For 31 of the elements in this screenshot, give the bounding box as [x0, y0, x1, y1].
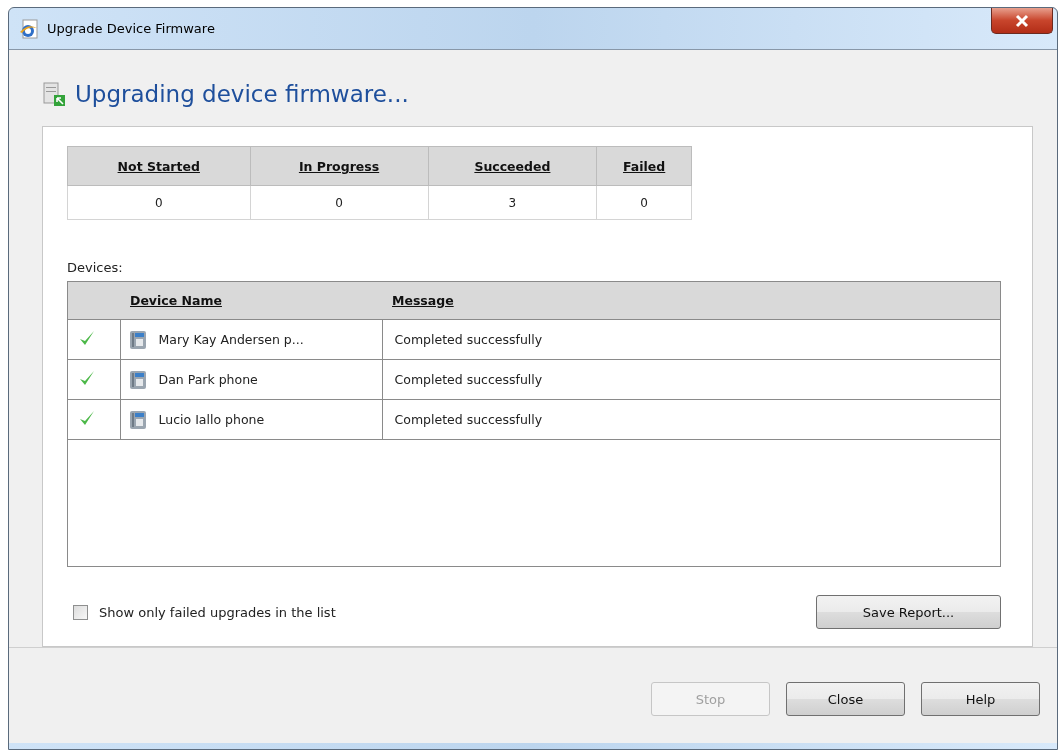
column-header[interactable]: Succeeded [428, 146, 597, 186]
count-cell: 0 [250, 185, 429, 220]
message-cell: Completed successfully [394, 372, 543, 387]
count-cell: 3 [428, 185, 597, 220]
browser-icon [19, 18, 39, 39]
device-name: Lucio Iallo phone [158, 412, 265, 427]
close-button[interactable] [991, 8, 1053, 34]
column-header[interactable]: Not Started [67, 146, 251, 186]
save-report-button[interactable]: Save Report... [816, 595, 1001, 629]
phone-icon [128, 409, 147, 430]
count-cell: 0 [67, 185, 251, 220]
column-header[interactable]: Failed [596, 146, 692, 186]
count-cell: 0 [596, 185, 692, 220]
checkbox-label: Show only failed upgrades in the list [99, 604, 336, 620]
phone-icon [128, 329, 147, 350]
message-cell: Completed successfully [394, 412, 543, 427]
column-header[interactable]: In Progress [250, 146, 429, 186]
close-icon [1014, 13, 1030, 28]
column-header[interactable]: Message [382, 282, 1000, 320]
page-heading: Upgrading device firmware... [75, 81, 409, 107]
device-name: Dan Park phone [158, 372, 258, 387]
devices-label: Devices: [67, 260, 123, 275]
checkbox[interactable] [73, 604, 88, 620]
window-title: Upgrade Device Firmware [47, 21, 215, 36]
device-name: Mary Kay Andersen p... [158, 332, 304, 347]
server-arrow-icon [43, 82, 65, 106]
dialog-button[interactable]: Close [786, 682, 905, 716]
column-header[interactable]: Device Name [120, 282, 382, 320]
dialog-button[interactable]: Help [921, 682, 1040, 716]
phone-icon [128, 369, 147, 390]
message-cell: Completed successfully [394, 332, 543, 347]
